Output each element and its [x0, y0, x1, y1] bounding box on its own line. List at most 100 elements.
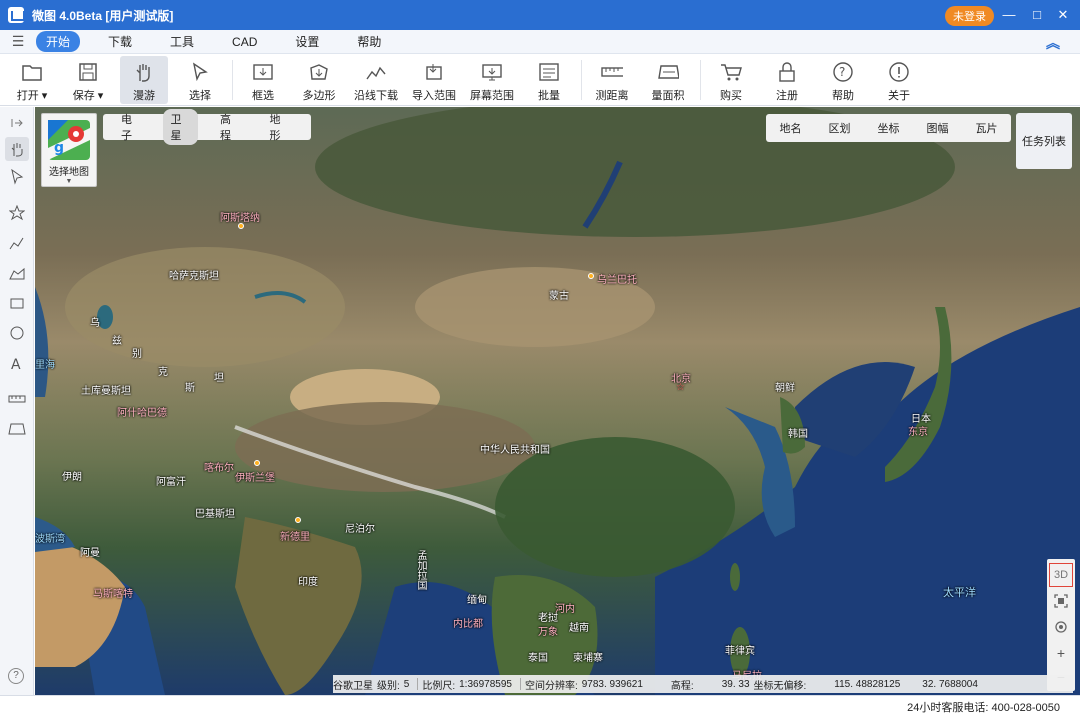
- toolbar-divider: [700, 60, 701, 100]
- menu-cad[interactable]: CAD: [222, 33, 267, 51]
- pan-button[interactable]: 漫游: [120, 56, 168, 104]
- line-download-button[interactable]: 沿线下载: [351, 56, 401, 104]
- help-circle-icon[interactable]: ?: [8, 668, 24, 684]
- zoom-in-button[interactable]: +: [1049, 641, 1073, 665]
- batch-button[interactable]: 批量: [525, 56, 573, 104]
- save-button[interactable]: 保存 ▾: [64, 56, 112, 104]
- pointer-icon: [189, 61, 211, 83]
- text-tool-icon[interactable]: A: [5, 351, 29, 375]
- map-type-elevation[interactable]: 高程: [212, 109, 248, 145]
- svg-text:A: A: [11, 357, 21, 371]
- measure-distance-button[interactable]: 测距离: [588, 56, 636, 104]
- collapse-ribbon-icon[interactable]: ︽: [1046, 33, 1060, 53]
- close-icon[interactable]: ✕: [1052, 4, 1074, 26]
- city-marker: [254, 460, 260, 466]
- menu-bar: ☰ 开始 下载 工具 CAD 设置 帮助 ︽: [0, 30, 1080, 54]
- map-type-electronic[interactable]: 电子: [113, 109, 149, 145]
- star-marker-icon[interactable]: [5, 201, 29, 225]
- map-label: 巴基斯坦: [195, 509, 235, 520]
- polygon-button[interactable]: 多边形: [295, 56, 343, 104]
- app-logo-icon: [8, 7, 25, 23]
- toolbar-divider: [581, 60, 582, 100]
- svg-text:?: ?: [839, 65, 845, 79]
- layer-coordinates[interactable]: 坐标: [864, 120, 913, 136]
- map-label: 哈萨克斯坦: [169, 271, 219, 282]
- layer-place-names[interactable]: 地名: [766, 120, 815, 136]
- minimize-icon[interactable]: —: [998, 4, 1020, 26]
- expand-sidebar-icon[interactable]: [5, 111, 29, 135]
- open-button[interactable]: 打开 ▾: [8, 56, 56, 104]
- city-marker: [238, 223, 244, 229]
- map-label: 万象: [538, 627, 558, 638]
- polyline-icon[interactable]: [5, 231, 29, 255]
- map-type-satellite[interactable]: 卫星: [162, 109, 198, 145]
- folder-icon: [21, 61, 43, 83]
- batch-icon: [538, 61, 560, 83]
- select-button[interactable]: 选择: [176, 56, 224, 104]
- select-map-label: 选择地图: [49, 167, 89, 178]
- locate-icon[interactable]: [1049, 615, 1073, 639]
- polygon-draw-icon[interactable]: [5, 261, 29, 285]
- window-title: 微图 4.0Beta [用户测试版]: [32, 8, 174, 23]
- city-marker: [295, 517, 301, 523]
- map-type-terrain[interactable]: 地形: [262, 109, 298, 145]
- map-label: 蒙古: [549, 291, 569, 302]
- map-view[interactable]: g 选择地图 ▼ 电子 卫星 高程 地形 地名 区划 坐标 图幅 瓦片 任务列表…: [35, 107, 1080, 695]
- status-divider: [417, 678, 419, 690]
- menu-help[interactable]: 帮助: [347, 31, 391, 52]
- box-select-button[interactable]: 框选: [239, 56, 287, 104]
- menu-start[interactable]: 开始: [36, 31, 81, 52]
- menu-download[interactable]: 下载: [98, 31, 142, 52]
- map-label: 越南: [569, 623, 589, 634]
- layer-tiles[interactable]: 瓦片: [962, 120, 1011, 136]
- screen-range-label: 屏幕范围: [470, 90, 514, 102]
- map-label: 伊朗: [62, 472, 82, 483]
- register-button[interactable]: 注册: [763, 56, 811, 104]
- layer-boundaries[interactable]: 区划: [815, 120, 864, 136]
- hamburger-menu-icon[interactable]: ☰: [0, 33, 36, 50]
- toggle-3d-button[interactable]: 3D: [1049, 563, 1073, 587]
- map-label: 朝鲜: [775, 383, 795, 394]
- status-scale-value: 1:36978595: [459, 678, 512, 690]
- hand-icon[interactable]: [5, 137, 29, 161]
- map-label: 老挝: [538, 613, 558, 624]
- menu-tools[interactable]: 工具: [160, 31, 204, 52]
- screen-range-button[interactable]: 屏幕范围: [467, 56, 517, 104]
- buy-label: 购买: [720, 90, 742, 102]
- pointer-icon[interactable]: [5, 165, 29, 189]
- map-type-selector: 电子 卫星 高程 地形: [103, 109, 311, 145]
- map-label: 里海: [35, 360, 55, 371]
- help-button[interactable]: ? 帮助: [819, 56, 867, 104]
- fullscreen-icon[interactable]: [1049, 589, 1073, 613]
- layer-map-sheets[interactable]: 图幅: [913, 120, 962, 136]
- toolbar: 打开 ▾ 保存 ▾ 漫游 选择 框选 多边形 沿线下载 导入范围 屏幕范围 批量…: [0, 54, 1080, 106]
- map-label: 土库曼斯坦: [81, 386, 131, 397]
- about-button[interactable]: 关于: [875, 56, 923, 104]
- buy-button[interactable]: 购买: [707, 56, 755, 104]
- status-resolution-value: 9783. 939621: [581, 678, 643, 690]
- area-icon[interactable]: [5, 417, 29, 441]
- status-elevation-label: 高程:: [670, 680, 694, 692]
- select-map-button[interactable]: g 选择地图 ▼: [41, 113, 97, 187]
- google-maps-icon: g: [48, 120, 90, 160]
- map-label: 乌兰巴托: [597, 275, 637, 286]
- polygon-icon: [308, 61, 330, 83]
- ruler-icon[interactable]: [5, 387, 29, 411]
- map-label: 尼泊尔: [345, 524, 375, 535]
- maximize-icon[interactable]: □: [1026, 4, 1048, 26]
- status-scale-label: 比例尺:: [422, 680, 456, 692]
- rectangle-icon[interactable]: [5, 291, 29, 315]
- circle-icon[interactable]: [5, 321, 29, 345]
- task-list-button[interactable]: 任务列表: [1016, 113, 1072, 169]
- lock-icon: [776, 61, 798, 83]
- register-label: 注册: [776, 90, 798, 102]
- measure-area-label: 量面积: [651, 90, 685, 102]
- status-coord-label: 坐标无偏移:: [753, 680, 807, 692]
- map-nav-controls: 3D + −: [1047, 559, 1075, 691]
- map-label: 太平洋: [943, 587, 976, 599]
- import-range-button[interactable]: 导入范围: [409, 56, 459, 104]
- menu-settings[interactable]: 设置: [285, 31, 329, 52]
- login-button[interactable]: 未登录: [945, 6, 994, 26]
- save-icon: [77, 61, 99, 83]
- measure-area-button[interactable]: 量面积: [644, 56, 692, 104]
